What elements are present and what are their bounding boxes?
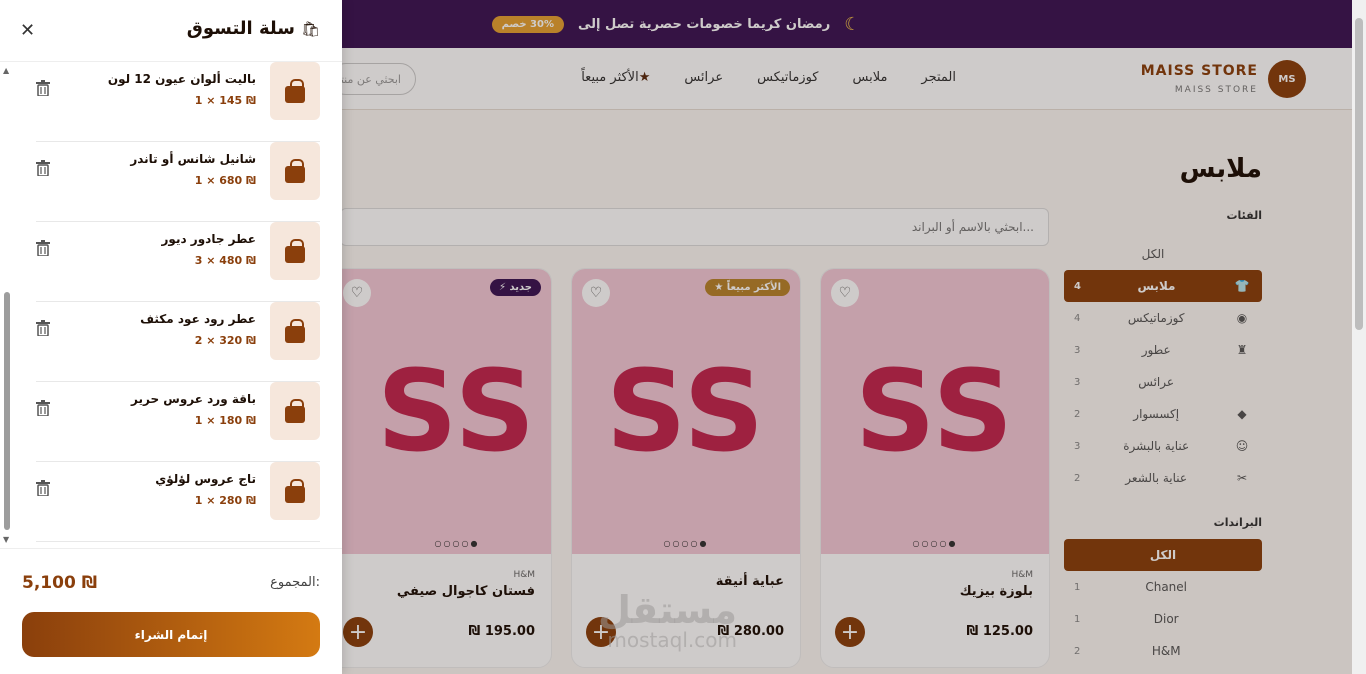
cart-item-thumbnail [270,62,320,120]
cart-item-name: تاج عروس لؤلؤي [155,472,256,486]
trash-icon[interactable] [36,320,50,336]
cart-item-name: شانيل شانس أو تاندر [130,152,256,166]
cart-item-name: عطر جادور ديور [161,232,256,246]
cart-drawer: ✕ 🛍 سلة التسوق باليت ألوان عيون 12 لون ₪… [0,0,342,674]
checkout-button[interactable]: إتمام الشراء [22,612,320,657]
scroll-down-icon[interactable]: ▼ [3,535,9,544]
cart-total-label: المجموع: [270,575,320,590]
cart-item: عطر جادور ديور ₪ 480 × 3 [36,222,320,302]
cart-scrollbar[interactable]: ▲ ▼ [3,66,11,544]
close-icon[interactable]: ✕ [20,20,35,41]
cart-item-quantity: ₪ 145 × 1 [194,94,256,107]
cart-header: ✕ 🛍 سلة التسوق [0,0,342,62]
cart-item-quantity: ₪ 180 × 1 [194,414,256,427]
page-scrollbar[interactable] [1352,0,1366,674]
bag-icon [285,478,305,503]
cart-item: تاج عروس لؤلؤي ₪ 280 × 1 [36,462,320,542]
bag-icon [285,398,305,423]
cart-item: شانيل شانس أو تاندر ₪ 680 × 1 [36,142,320,222]
trash-icon[interactable] [36,400,50,416]
cart-title-text: سلة التسوق [186,18,295,39]
cart-item-thumbnail [270,462,320,520]
cart-item-quantity: ₪ 280 × 1 [194,494,256,507]
bag-icon [285,78,305,103]
cart-item-name: عطر رود عود مكثف [140,312,256,326]
cart-item: باليت ألوان عيون 12 لون ₪ 145 × 1 [36,62,320,142]
trash-icon[interactable] [36,160,50,176]
trash-icon[interactable] [36,240,50,256]
bag-icon [285,158,305,183]
trash-icon[interactable] [36,480,50,496]
cart-total: 5,100 ₪ [22,573,98,593]
cart-item: عطر رود عود مكثف ₪ 320 × 2 [36,302,320,382]
cart-items-list: باليت ألوان عيون 12 لون ₪ 145 × 1 شانيل … [0,62,342,548]
scroll-up-icon[interactable]: ▲ [3,66,9,75]
trash-icon[interactable] [36,80,50,96]
cart-item-name: باقة ورد عروس حرير [131,392,256,406]
cart-title: 🛍 سلة التسوق [187,18,320,39]
bag-icon [285,318,305,343]
cart-footer: المجموع: 5,100 ₪ إتمام الشراء [0,548,342,674]
cart-item-name: باليت ألوان عيون 12 لون [107,72,256,86]
bag-icon [285,238,305,263]
cart-item-thumbnail [270,222,320,280]
cart-item-quantity: ₪ 480 × 3 [194,254,256,267]
cart-item-thumbnail [270,302,320,360]
page-scrollbar-thumb[interactable] [1355,18,1363,330]
cart-item-thumbnail [270,142,320,200]
cart-scrollbar-thumb[interactable] [4,292,10,530]
shopping-bag-icon: 🛍 [300,19,320,38]
cart-item-quantity: ₪ 320 × 2 [194,334,256,347]
cart-item-thumbnail [270,382,320,440]
cart-item: باقة ورد عروس حرير ₪ 180 × 1 [36,382,320,462]
cart-item-quantity: ₪ 680 × 1 [194,174,256,187]
